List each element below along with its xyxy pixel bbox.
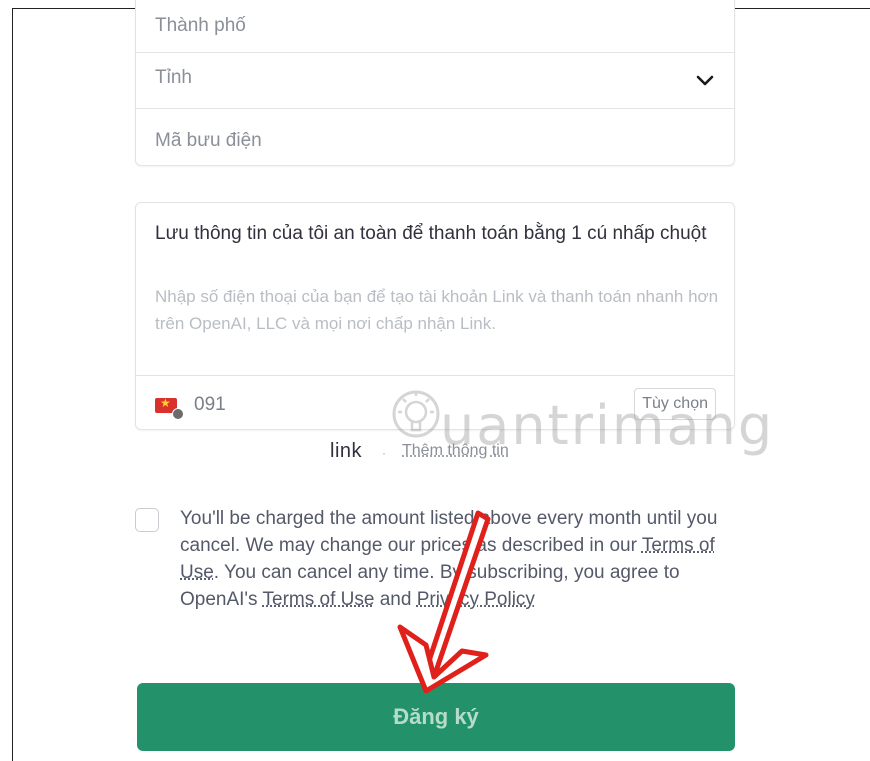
link-save-card: Lưu thông tin của tôi an toàn để thanh t… xyxy=(135,202,735,430)
optional-badge: Tùy chọn xyxy=(634,388,716,420)
city-field[interactable]: Thành phố xyxy=(136,0,734,53)
consent-checkbox[interactable] xyxy=(135,508,159,532)
window-left-border xyxy=(12,8,13,761)
privacy-policy-link[interactable]: Privacy Policy xyxy=(417,589,535,610)
phone-field[interactable]: ★ 091 Tùy chọn xyxy=(136,375,734,432)
consent-text-part1: You'll be charged the amount listed abov… xyxy=(180,508,718,556)
zip-placeholder: Mã bưu điện xyxy=(155,130,262,151)
city-placeholder: Thành phố xyxy=(155,15,246,36)
more-info-link[interactable]: Thêm thông tin xyxy=(402,442,509,460)
link-save-title: Lưu thông tin của tôi an toàn để thanh t… xyxy=(155,223,707,244)
phone-value: 091 xyxy=(194,394,226,415)
chevron-down-icon xyxy=(696,75,714,86)
separator-dot: · xyxy=(382,446,386,460)
province-select[interactable]: Tỉnh xyxy=(136,53,734,109)
province-placeholder: Tỉnh xyxy=(155,67,192,88)
zip-field[interactable]: Mã bưu điện xyxy=(136,109,734,165)
consent-text: You'll be charged the amount listed abov… xyxy=(180,505,745,613)
consent-text-part3: and xyxy=(374,589,417,610)
address-fields-card: Thành phố Tỉnh Mã bưu điện xyxy=(135,0,735,166)
consent-section: You'll be charged the amount listed abov… xyxy=(135,505,745,645)
country-selector-badge-icon xyxy=(172,408,184,420)
terms-of-use-link-2[interactable]: Terms of Use xyxy=(263,589,375,610)
link-logo: link xyxy=(330,440,363,462)
link-save-description: Nhập số điện thoại của bạn để tạo tài kh… xyxy=(155,287,719,333)
subscribe-button[interactable]: Đăng ký xyxy=(137,683,735,751)
